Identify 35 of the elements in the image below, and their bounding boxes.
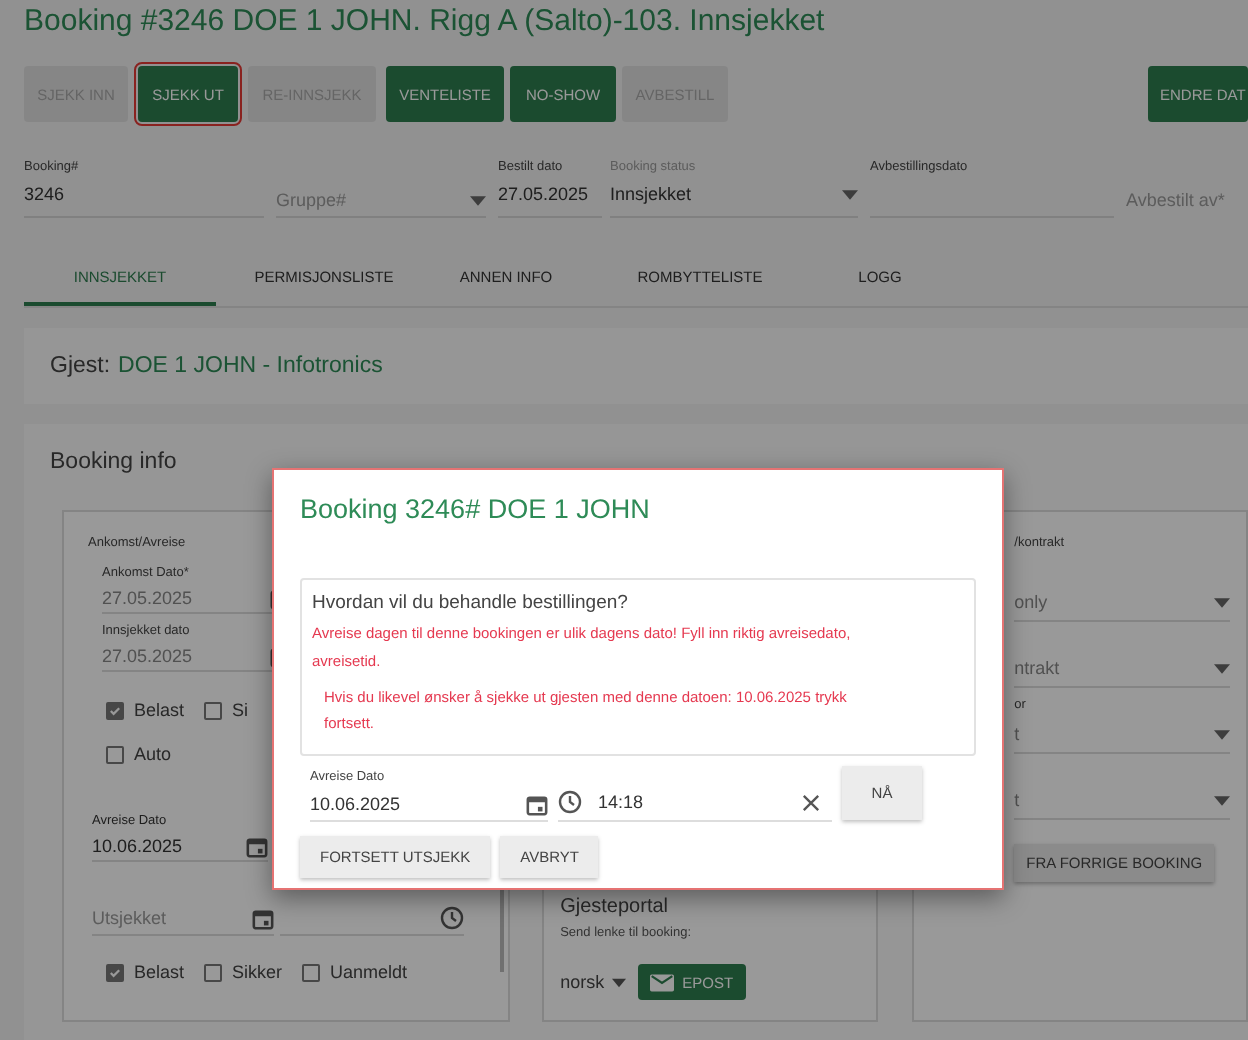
calendar-icon — [246, 835, 268, 857]
clock-icon — [558, 790, 582, 814]
select-field[interactable]: ntrakt — [1014, 630, 1231, 688]
checkbox[interactable]: Si — [204, 700, 249, 720]
caret-icon — [470, 195, 486, 205]
section-title: Booking info — [50, 450, 179, 478]
caret-icon — [1214, 597, 1231, 607]
caret-icon — [1214, 663, 1231, 673]
clock-icon — [440, 906, 464, 930]
select-field[interactable]: t — [1014, 762, 1231, 820]
guest-label: Gjest: — [50, 354, 111, 378]
calendar-icon — [526, 793, 548, 815]
caret-icon — [612, 977, 627, 987]
time-field[interactable]: 14:18 — [558, 784, 832, 822]
check-icon — [108, 701, 122, 719]
clear-icon[interactable] — [802, 793, 820, 811]
time-field[interactable] — [280, 902, 464, 936]
select-field[interactable]: only — [1014, 564, 1231, 622]
card-heading: Gjesteportal — [560, 896, 671, 918]
guest-name: DOE 1 JOHN - Infotronics — [118, 354, 383, 378]
mail-icon — [650, 973, 675, 991]
check-icon — [108, 963, 122, 981]
language-select[interactable]: norsk — [560, 972, 627, 992]
calendar-icon — [252, 907, 274, 929]
checkbox[interactable]: Sikker — [204, 962, 283, 982]
dialog-title: Booking 3246# DOE 1 JOHN — [300, 494, 652, 528]
page-title: Booking #3246 DOE 1 JOHN. Rigg A (Salto)-103. Innsjekket — [24, 6, 827, 42]
caret-icon — [1214, 729, 1231, 739]
question-text: Hvordan vil du behandle bestillingen? — [312, 592, 630, 614]
checkbox[interactable]: Uanmeldt — [302, 962, 408, 982]
caret-icon — [842, 189, 858, 199]
caret-icon — [1214, 795, 1231, 805]
checkbox[interactable]: Belast — [106, 962, 185, 982]
checkbox[interactable]: Auto — [106, 744, 172, 764]
checkbox[interactable]: Belast — [106, 700, 185, 720]
